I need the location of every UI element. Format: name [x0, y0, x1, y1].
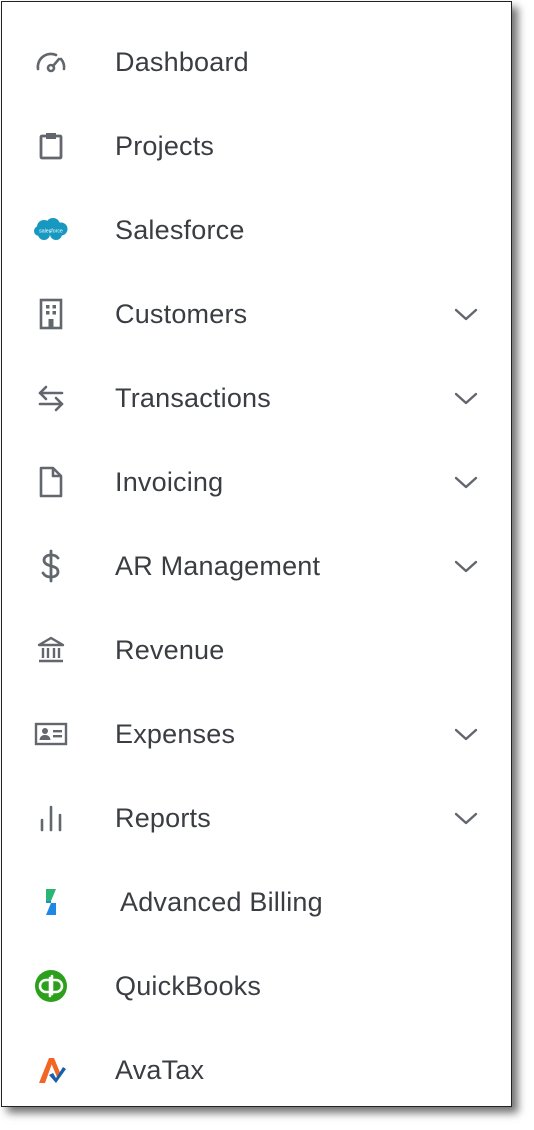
arrows-exchange-icon: [32, 379, 70, 417]
chevron-down-icon[interactable]: [452, 724, 480, 744]
sidebar-panel: Dashboard Projects salesforce Salesforce…: [1, 1, 512, 1107]
clipboard-icon: [32, 127, 70, 165]
sidebar-item-label: AR Management: [115, 550, 321, 581]
building-icon: [32, 295, 70, 333]
sidebar-item-revenue[interactable]: Revenue: [2, 608, 511, 692]
salesforce-logo-icon: salesforce: [32, 211, 70, 249]
sidebar-item-dashboard[interactable]: Dashboard: [2, 20, 511, 104]
chevron-down-icon[interactable]: [452, 808, 480, 828]
sidebar-item-label: QuickBooks: [115, 970, 262, 1001]
sidebar-item-label: Customers: [115, 298, 248, 329]
sidebar-item-label: Transactions: [115, 382, 271, 413]
sidebar-item-label: Expenses: [115, 718, 236, 749]
dollar-icon: [32, 547, 70, 585]
svg-text:salesforce: salesforce: [39, 229, 63, 235]
sidebar-item-customers[interactable]: Customers: [2, 272, 511, 356]
sidebar-item-quickbooks[interactable]: QuickBooks: [2, 944, 511, 1028]
chevron-down-icon[interactable]: [452, 472, 480, 492]
sidebar-item-invoicing[interactable]: Invoicing: [2, 440, 511, 524]
sidebar-nav: Dashboard Projects salesforce Salesforce…: [2, 20, 511, 1112]
sidebar-item-label: Dashboard: [115, 46, 249, 77]
sidebar-item-projects[interactable]: Projects: [2, 104, 511, 188]
bar-chart-icon: [32, 799, 70, 837]
chevron-down-icon[interactable]: [452, 556, 480, 576]
id-card-icon: [32, 715, 70, 753]
sidebar-item-label: Salesforce: [115, 214, 245, 245]
sidebar-item-label: Advanced Billing: [120, 886, 323, 917]
avatax-logo-icon: [32, 1051, 70, 1089]
sidebar-item-transactions[interactable]: Transactions: [2, 356, 511, 440]
document-icon: [32, 463, 70, 501]
sidebar-item-label: Projects: [115, 130, 215, 161]
sidebar-item-advanced-billing[interactable]: Advanced Billing: [2, 860, 511, 944]
sidebar-item-label: Invoicing: [115, 466, 224, 497]
sidebar-item-label: Reports: [115, 802, 211, 833]
quickbooks-logo-icon: [32, 967, 70, 1005]
chevron-down-icon[interactable]: [452, 304, 480, 324]
sidebar-item-expenses[interactable]: Expenses: [2, 692, 511, 776]
sidebar-item-avatax[interactable]: AvaTax: [2, 1028, 511, 1112]
chevron-down-icon[interactable]: [452, 388, 480, 408]
advanced-billing-logo-icon: [32, 883, 70, 921]
sidebar-item-label: Revenue: [115, 634, 225, 665]
bank-icon: [32, 631, 70, 669]
sidebar-item-label: AvaTax: [115, 1054, 205, 1085]
sidebar-item-salesforce[interactable]: salesforce Salesforce: [2, 188, 511, 272]
sidebar-item-reports[interactable]: Reports: [2, 776, 511, 860]
sidebar-item-ar-management[interactable]: AR Management: [2, 524, 511, 608]
gauge-icon: [32, 43, 70, 81]
